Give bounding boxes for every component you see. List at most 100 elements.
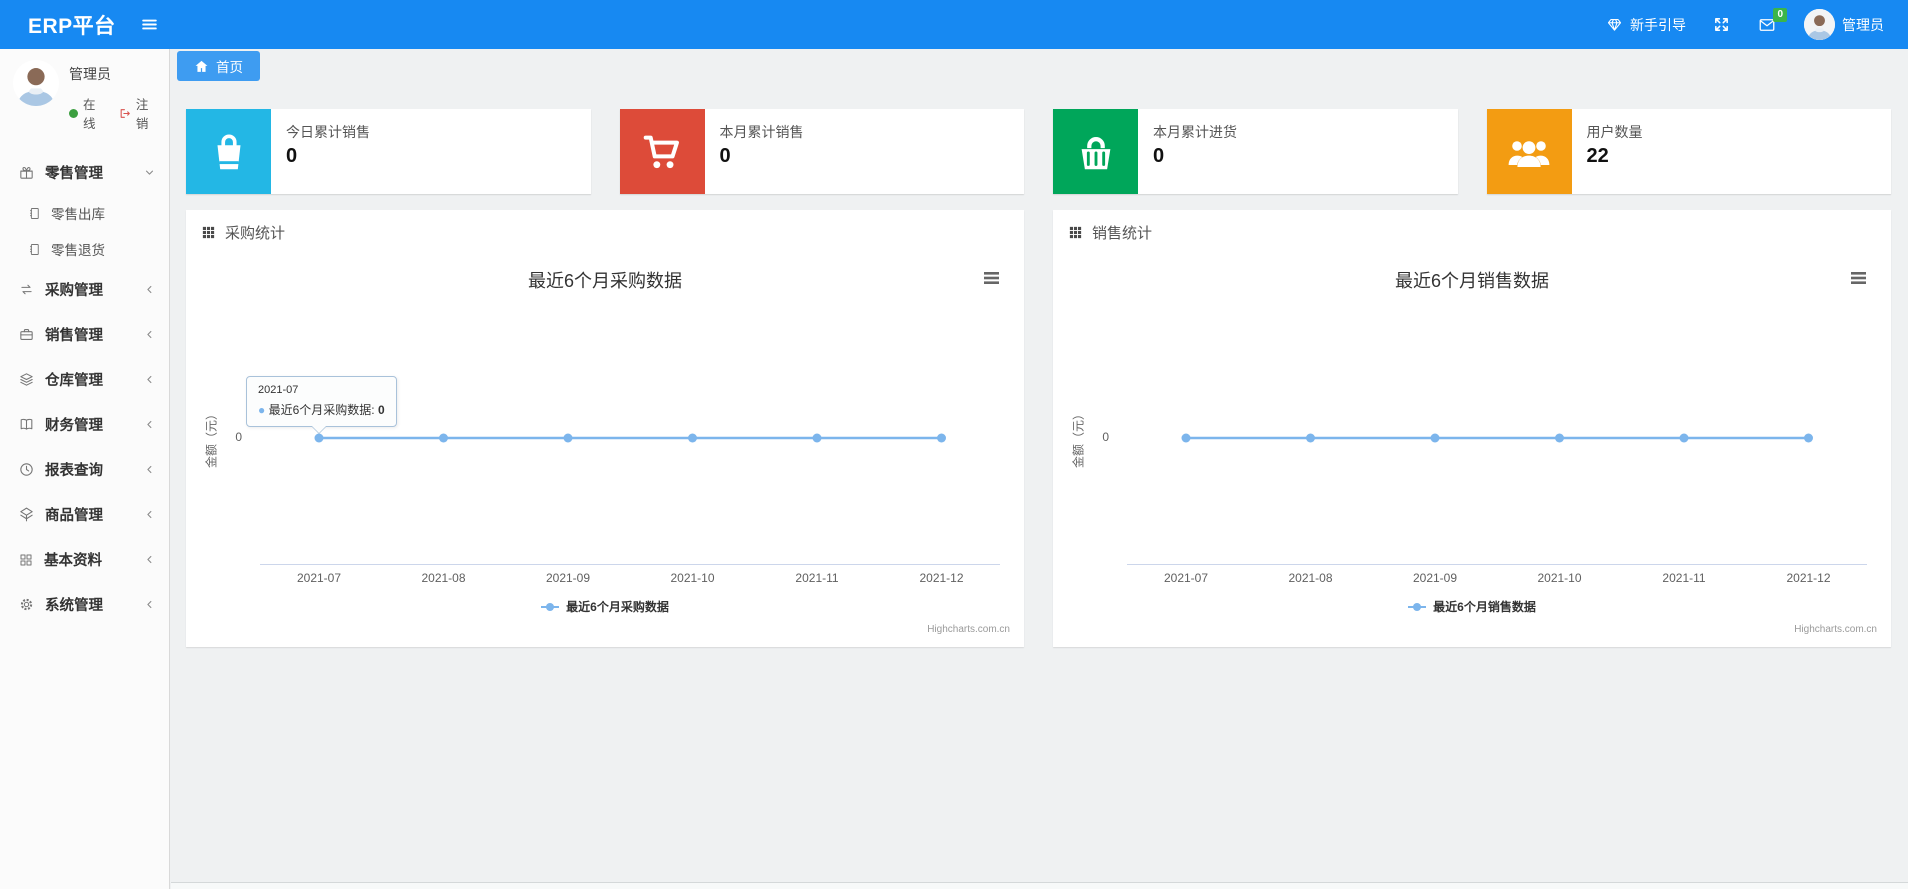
sidebar-item-7[interactable]: 商品管理 [0, 492, 169, 537]
newbie-guide-label: 新手引导 [1630, 16, 1686, 33]
chevron-left-icon [144, 419, 155, 430]
stat-card-value: 0 [286, 145, 298, 167]
x-axis-tick: 2021-09 [545, 571, 591, 585]
stat-card-value: 22 [1586, 145, 1609, 167]
messages-button[interactable]: 0 [1757, 7, 1787, 34]
journal-icon [27, 206, 42, 221]
sidebar-item-8[interactable]: 基本资料 [0, 537, 169, 582]
gear-icon [18, 596, 35, 613]
newbie-guide-button[interactable]: 新手引导 [1606, 15, 1686, 35]
sidebar-item-1[interactable]: 零售管理 [0, 150, 169, 195]
stat-card-content: 今日累计销售 0 [271, 109, 370, 194]
fullscreen-button[interactable] [1713, 16, 1730, 33]
stat-card-icon-box [1053, 109, 1138, 194]
x-axis-tick: 2021-09 [1412, 571, 1458, 585]
home-icon [194, 59, 209, 74]
x-axis-tick: 2021-08 [421, 571, 466, 585]
message-count-badge: 0 [1773, 7, 1787, 22]
sidebar-item-label: 系统管理 [45, 598, 103, 614]
sidebar-item-9[interactable]: 系统管理 [0, 582, 169, 627]
th-grid-icon [201, 225, 216, 240]
user-menu[interactable]: 管理员 [1804, 9, 1884, 40]
online-status-dot [69, 108, 78, 118]
chevron-left-icon [144, 554, 155, 565]
box-icon [18, 506, 35, 523]
tooltip-value: 0 [377, 403, 385, 417]
sidebar-item-6[interactable]: 报表查询 [0, 447, 169, 492]
x-axis-tick: 2021-11 [795, 571, 839, 585]
x-axis-tick: 2021-07 [1163, 571, 1209, 585]
tooltip-series-dot: ● [258, 403, 269, 417]
user-avatar [1804, 9, 1835, 40]
users-icon [1505, 128, 1553, 176]
gift-icon [18, 164, 35, 181]
open-book-icon [18, 416, 35, 433]
stat-card-icon-box [1486, 109, 1572, 194]
stat-card-content: 本月累计销售 0 [705, 109, 804, 194]
sidebar-item-label: 销售管理 [45, 328, 103, 344]
chart-legend[interactable]: 最近6个月采购数据 [186, 598, 1024, 615]
legend-marker-icon [1408, 600, 1427, 614]
sidebar-subitem-2[interactable]: 零售退货 [0, 231, 169, 267]
tooltip-series-row: ● 最近6个月采购数据: 0 [258, 401, 385, 418]
main-content: 首页 今日累计销售 0 本月累计销售 0 本月累计进货 0 用户数量 22 采购统计 最近6个月… [171, 49, 1908, 889]
stat-card-title: 本月累计进货 [1153, 124, 1237, 140]
sidebar-toggle-button[interactable] [140, 15, 159, 34]
chevron-left-icon [144, 374, 155, 385]
chart-panels-row: 采购统计 最近6个月采购数据 金额（元） 0 2021-07 2021-08 2021-09… [171, 194, 1908, 647]
clock-icon [18, 461, 35, 478]
sidebar-item-label: 仓库管理 [45, 373, 103, 389]
basket-icon [1073, 129, 1119, 175]
cart-icon [639, 129, 685, 175]
context-menu-icon [984, 272, 999, 284]
tooltip-arrow [311, 425, 327, 434]
sidebar-item-label: 报表查询 [45, 463, 103, 479]
logout-icon [119, 107, 132, 120]
line-chart-svg [260, 433, 1000, 565]
tab-home[interactable]: 首页 [177, 51, 260, 81]
panel-header: 销售统计 [1053, 210, 1891, 254]
panel-title: 采购统计 [225, 224, 286, 242]
sidebar-item-4[interactable]: 仓库管理 [0, 357, 169, 402]
sidebar-item-2[interactable]: 采购管理 [0, 267, 169, 312]
chart-legend[interactable]: 最近6个月销售数据 [1053, 598, 1891, 615]
highcharts-attribution: Highcharts.com.cn [1794, 624, 1877, 635]
briefcase-icon [18, 326, 35, 343]
tooltip-series-name: 最近6个月采购数据: [268, 403, 378, 417]
sidebar-item-label: 财务管理 [45, 418, 103, 434]
chevron-left-icon [144, 464, 155, 475]
stat-card-title: 用户数量 [1586, 124, 1643, 140]
chart-context-menu-button[interactable] [981, 268, 1002, 292]
sidebar-item-5[interactable]: 财务管理 [0, 402, 169, 447]
stat-card-title: 今日累计销售 [286, 124, 370, 140]
footer-bar [171, 882, 1908, 889]
sidebar-item-label: 零售管理 [45, 166, 103, 182]
app-logo[interactable]: ERP平台 [28, 10, 116, 40]
chart-panel-2: 销售统计 最近6个月销售数据 金额（元） 0 2021-07 2021-08 2021-09… [1053, 210, 1891, 647]
panel-title: 销售统计 [1092, 224, 1153, 242]
tab-home-label: 首页 [216, 60, 243, 75]
stat-card-title: 本月累计销售 [719, 124, 804, 140]
online-status-label: 在线 [83, 98, 96, 131]
th-grid-icon [1068, 225, 1083, 240]
username-label: 管理员 [1842, 16, 1884, 33]
stat-cards-row: 今日累计销售 0 本月累计销售 0 本月累计进货 0 用户数量 22 [171, 82, 1908, 194]
logout-button[interactable]: 注销 [119, 94, 159, 132]
gem-icon [1606, 16, 1623, 33]
chart-context-menu-button[interactable] [1848, 268, 1869, 292]
x-axis-tick: 2021-10 [670, 571, 715, 585]
stat-card-content: 本月累计进货 0 [1138, 109, 1237, 194]
legend-marker-icon [541, 600, 560, 614]
x-axis-tick: 2021-08 [1288, 571, 1333, 585]
stat-card-value: 0 [719, 145, 731, 167]
line-chart-svg [1127, 433, 1867, 565]
sidebar-item-3[interactable]: 销售管理 [0, 312, 169, 357]
layers-icon [18, 371, 35, 388]
context-menu-icon [1851, 272, 1866, 284]
hamburger-icon [140, 15, 159, 34]
stat-card-3: 本月累计进货 0 [1053, 109, 1458, 194]
chevron-left-icon [144, 284, 155, 295]
sidebar-subitem-1[interactable]: 零售出库 [0, 195, 169, 231]
sidebar-user-name: 管理员 [69, 66, 111, 82]
sidebar-menu: 零售管理零售出库 零售退货 采购管理销售管理仓库管理财务管理报表查询商品管理 基本资料… [0, 150, 169, 627]
